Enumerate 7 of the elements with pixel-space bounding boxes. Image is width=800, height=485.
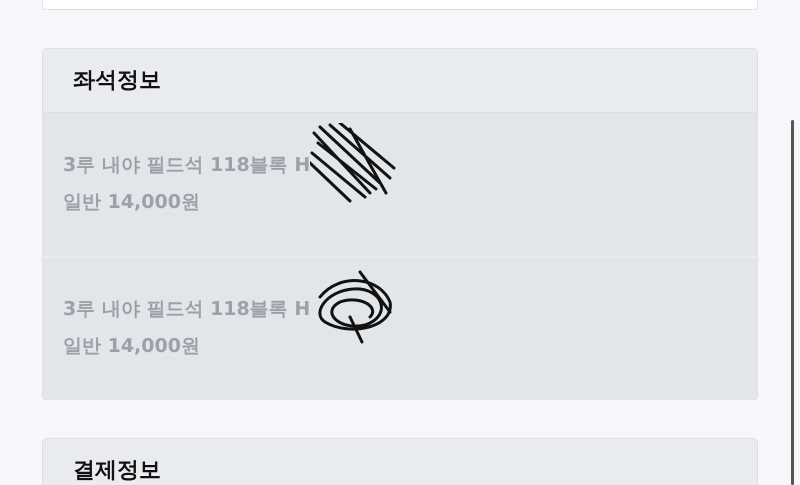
scrollbar[interactable] (791, 120, 794, 485)
seat-location: 3루 내야 필드석 118블록 H (63, 298, 310, 320)
seat-location: 3루 내야 필드석 118블록 H (63, 154, 310, 176)
ticket-price: 일반 14,000원 (63, 334, 201, 358)
section-title: 결제정보 (73, 457, 161, 485)
section-title: 좌석정보 (73, 67, 161, 95)
ticket-price: 일반 14,000원 (63, 190, 201, 214)
